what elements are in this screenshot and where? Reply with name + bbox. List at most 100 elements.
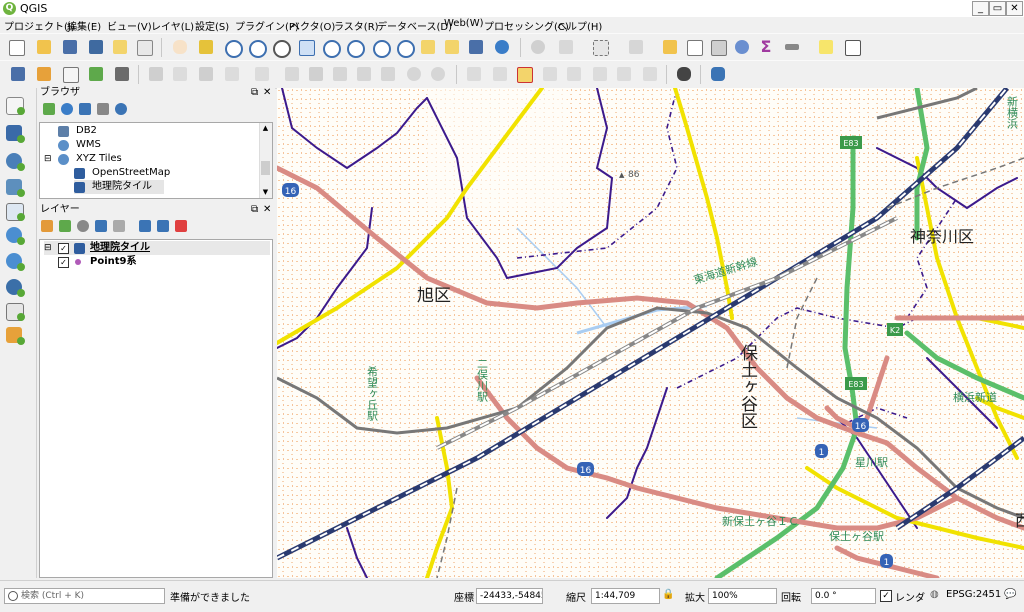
refresh-browser-icon[interactable] [61,103,73,115]
layer-labeling-button[interactable] [514,64,534,84]
rotation-spinbox[interactable]: 0.0 ° [811,588,876,604]
zoom-selection-button[interactable] [320,37,341,58]
menu-settings[interactable]: 設定(S) [195,18,229,33]
collapse-all-icon[interactable] [97,103,109,115]
add-xyz-layer-button[interactable] [3,324,25,346]
new-project-button[interactable] [6,37,26,57]
change-label-button[interactable] [640,64,660,84]
restore-button[interactable]: ▭ [989,1,1006,16]
zoom-out-button[interactable] [246,37,267,58]
add-wcs-layer-button[interactable] [3,250,25,272]
new-geopackage-button[interactable] [34,64,54,84]
crs-globe-icon[interactable]: ◍ [930,589,939,600]
label-tool-button[interactable] [464,64,484,84]
add-postgis-layer-button[interactable] [3,150,25,172]
add-spatialite-layer-button[interactable] [3,176,25,198]
add-group-icon[interactable] [59,220,71,232]
filter-icon[interactable] [79,103,91,115]
save-project-button[interactable] [60,37,80,57]
toggle-editing-button[interactable] [170,64,190,84]
refresh-icon[interactable] [492,37,512,57]
menu-raster[interactable]: ラスタ(R) [334,18,379,33]
eye-icon[interactable] [77,220,89,232]
rotate-label-button[interactable] [614,64,634,84]
text-annotation-button[interactable] [842,37,862,57]
add-wfs-layer-button[interactable] [3,276,25,298]
layer-visibility-checkbox[interactable]: ✓ [58,257,69,268]
undo-icon[interactable] [404,64,424,84]
float-panel-icon[interactable]: ⧉ [251,203,258,217]
measure-button[interactable] [782,37,802,57]
current-edits-button[interactable] [146,64,166,84]
vertex-tool-button[interactable] [252,64,272,84]
python-console-icon[interactable] [708,64,728,84]
paste-icon[interactable] [378,64,398,84]
close-panel-icon[interactable]: ✕ [263,86,271,100]
new-temp-layer-button[interactable] [86,64,106,84]
scroll-down-icon[interactable]: ▼ [261,188,270,197]
float-panel-icon[interactable]: ⧉ [251,86,258,100]
save-edits-button[interactable] [196,64,216,84]
statistics-sigma-icon[interactable]: Σ [756,37,776,57]
deselect-button[interactable] [660,37,680,57]
pan-to-selection-button[interactable] [196,37,216,57]
trash-icon[interactable] [306,64,326,84]
zoom-last-button[interactable] [370,37,391,58]
label-style-button[interactable] [490,64,510,84]
new-virtual-layer-button[interactable] [112,64,132,84]
map-canvas[interactable]: 16 16 16 1 1 E83 E83 K2 旭区 神奈川区 西 保土ヶ谷区 … [277,88,1024,578]
menu-layer[interactable]: レイヤ(L) [151,18,194,33]
scroll-thumb[interactable] [261,161,270,175]
select-by-value-button[interactable] [626,37,646,57]
plugin-binoculars-icon[interactable] [674,64,694,84]
add-delimited-text-button[interactable] [3,200,25,222]
menu-database[interactable]: データベース(D) [377,18,452,33]
move-label-button[interactable] [590,64,610,84]
data-source-manager-button[interactable] [8,64,28,84]
info-icon[interactable] [115,103,127,115]
style-icon[interactable] [41,220,53,232]
open-project-button[interactable] [34,37,54,57]
locator-search-input[interactable]: 検索 (Ctrl + K) [4,588,165,604]
cut-icon[interactable] [330,64,350,84]
close-panel-icon[interactable]: ✕ [263,203,271,217]
lock-scale-icon[interactable]: 🔒 [662,589,674,600]
actions-button[interactable] [556,37,576,57]
menu-view[interactable]: ビュー(V) [107,18,152,33]
field-calculator-button[interactable] [708,37,728,57]
add-wms-layer-button[interactable] [3,224,25,246]
layer-visibility-checkbox[interactable]: ✓ [58,243,69,254]
browser-item-gsi-tiles[interactable]: 地理院タイル [74,180,164,194]
show-hide-labels-button[interactable] [564,64,584,84]
layer-item-gsi-tiles[interactable]: ⊟ ✓ 地理院タイル [44,241,270,255]
collapse-all-icon[interactable] [157,220,169,232]
close-window-button[interactable]: ✕ [1006,1,1023,16]
save-as-button[interactable] [86,37,106,57]
scroll-up-icon[interactable]: ▲ [261,124,270,133]
expand-all-icon[interactable] [139,220,151,232]
settings-gear-icon[interactable] [732,37,752,57]
scale-combobox[interactable]: 1:44,709 [591,588,660,604]
browser-scrollbar[interactable]: ▲ ▼ [259,123,272,198]
render-checkbox[interactable]: ✓ [880,590,892,602]
new-bookmark-button[interactable] [442,37,462,57]
menu-project[interactable]: プロジェクト(J) [4,18,75,33]
coordinate-field[interactable]: -24433,-54845 [476,588,543,604]
menu-edit[interactable]: 編集(E) [67,18,101,33]
collapse-toggle-icon[interactable]: ⊟ [44,241,52,255]
add-raster-layer-button[interactable] [3,122,25,144]
filter-expression-icon[interactable] [113,220,125,232]
menu-vector[interactable]: ベクタ(O) [290,18,335,33]
add-vector-layer-button[interactable] [3,94,25,116]
pan-hand-icon[interactable] [170,37,190,57]
add-virtual-layer-button[interactable] [3,300,25,322]
menu-help[interactable]: ヘルプ(H) [557,18,602,33]
new-print-layout-button[interactable] [110,37,130,57]
attribute-table-button[interactable] [684,37,704,57]
pin-labels-button[interactable] [540,64,560,84]
select-features-button[interactable] [590,37,610,57]
add-layer-icon[interactable] [43,103,55,115]
new-map-view-button[interactable] [418,37,438,57]
redo-icon[interactable] [428,64,448,84]
remove-layer-icon[interactable] [175,220,187,232]
